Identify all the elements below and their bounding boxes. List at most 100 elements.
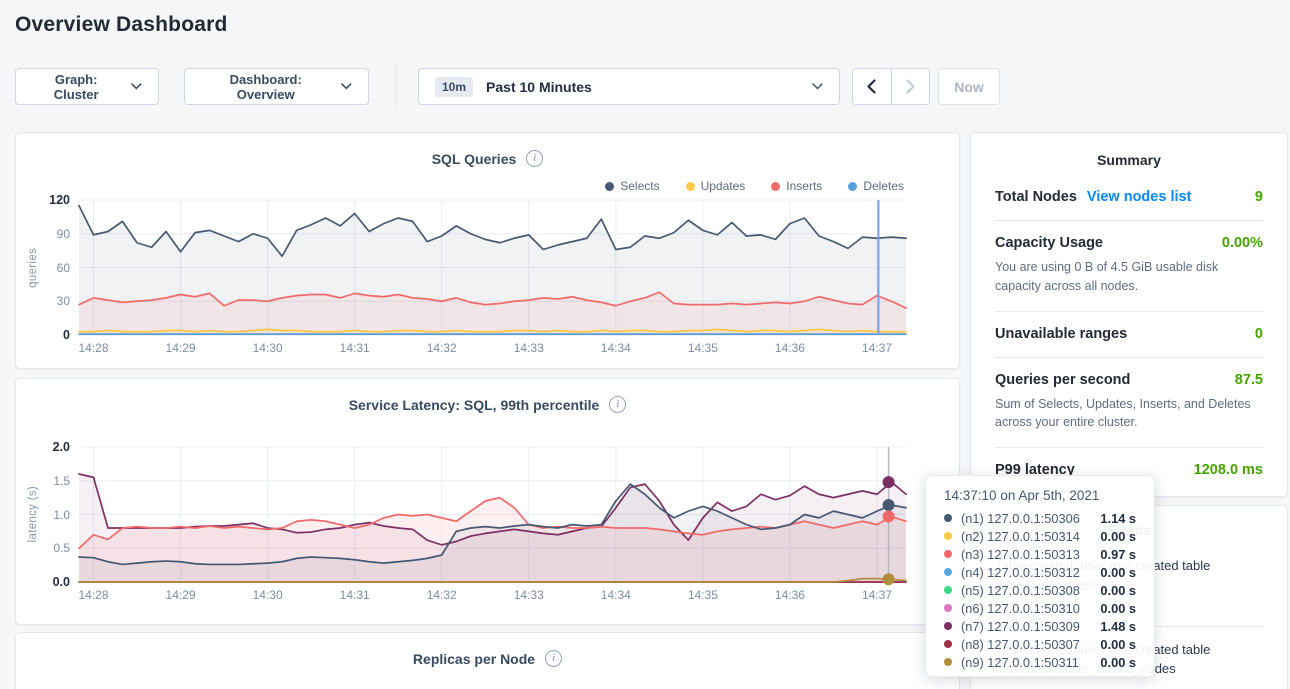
x-axis-tick-label: 14:32 [420,588,464,602]
x-axis-tick-label: 14:35 [681,341,725,355]
x-axis-tick-label: 14:29 [159,341,203,355]
chart-canvas[interactable] [79,200,906,335]
legend-item[interactable]: Inserts [771,179,822,193]
tooltip-node-row: (n2) 127.0.0.1:503140.00 s [944,527,1136,545]
service-latency-plot[interactable]: 2.01.51.00.50.0latency (s) [79,447,906,582]
tooltip-node-value: 0.97 s [1100,547,1136,562]
stat-label: Capacity Usage [995,235,1103,251]
hover-value-dot [883,511,895,523]
legend-color-dot [848,182,857,191]
x-axis-tick-label: 14:28 [72,588,116,602]
summary-panel: Summary Total Nodes View nodes list 9 Capac… [970,132,1288,497]
series-color-dot [944,640,952,648]
stat-value: 9 [1255,189,1263,205]
legend-label: Updates [701,179,746,193]
summary-stat-row: Queries per second87.5 [995,372,1263,388]
legend-color-dot [686,182,695,191]
legend-label: Selects [620,179,659,193]
tooltip-node-label: (n2) 127.0.0.1:50314 [961,529,1080,544]
tooltip-node-value: 0.00 s [1100,655,1136,670]
hover-value-dot [883,476,895,488]
sql-queries-legend: Selects Updates Inserts Deletes [605,179,904,193]
info-icon[interactable]: i [526,150,543,167]
series-color-dot [944,622,952,630]
series-color-dot [944,604,952,612]
x-axis-tick-label: 14:34 [594,341,638,355]
time-step-buttons [852,68,930,105]
time-range-picker[interactable]: 10m Past 10 Minutes [418,68,840,105]
x-axis-tick-label: 14:37 [855,341,899,355]
legend-item[interactable]: Updates [686,179,746,193]
stat-value: 1208.0 ms [1194,462,1263,478]
service-latency-chart-card: Service Latency: SQL, 99th percentile i … [15,378,960,625]
y-axis-label: latency (s) [27,447,39,582]
x-axis-tick-label: 14:31 [333,341,377,355]
toolbar: Graph: Cluster Dashboard: Overview 10m P… [0,68,1290,105]
series-color-dot [944,568,952,576]
graph-dropdown[interactable]: Graph: Cluster [15,68,159,105]
tooltip-node-label: (n9) 127.0.0.1:50311 [961,655,1079,670]
stat-description: Sum of Selects, Updates, Inserts, and De… [995,395,1263,433]
toolbar-divider [395,64,396,109]
replicas-per-node-chart-card: Replicas per Node i [15,632,960,689]
tooltip-node-row: (n4) 127.0.0.1:503120.00 s [944,563,1136,581]
view-nodes-link[interactable]: View nodes list [1087,189,1192,205]
page-title: Overview Dashboard [15,13,228,37]
tooltip-node-label: (n7) 127.0.0.1:50309 [961,619,1080,634]
sql-queries-chart-title: SQL Queries [432,151,517,167]
tooltip-node-row: (n8) 127.0.0.1:50307 0.00 s [944,635,1136,653]
x-axis-tick-label: 14:31 [333,588,377,602]
series-color-dot [944,586,952,594]
summary-panel-title: Summary [971,133,1287,175]
tooltip-node-value: 0.00 s [1100,601,1136,616]
service-latency-x-axis: 14:2814:2914:3014:3114:3214:3314:3414:35… [79,588,906,604]
sql-queries-chart-card: SQL Queries i Selects Updates Inserts Delet… [15,132,960,369]
chart-canvas[interactable] [79,447,906,582]
stat-value: 87.5 [1235,372,1263,388]
x-axis-tick-label: 14:28 [72,341,116,355]
legend-item[interactable]: Deletes [848,179,904,193]
chevron-down-icon [131,83,142,90]
summary-stat: Queries per second87.5 Sum of Selects, Up… [995,358,1263,449]
stat-label: Total Nodes [995,189,1077,205]
tooltip-node-value: 0.00 s [1100,637,1136,652]
tooltip-node-label: (n6) 127.0.0.1:50310 [961,601,1080,616]
stat-value: 0 [1255,326,1263,342]
overview-dashboard-page: Overview Dashboard Graph: Cluster Dashbo… [0,0,1290,689]
sql-queries-plot[interactable]: 1209060300queries [79,200,906,335]
info-icon[interactable]: i [609,396,626,413]
x-axis-tick-label: 14:37 [855,588,899,602]
graph-dropdown-label: Graph: Cluster [32,72,120,102]
time-range-label: Past 10 Minutes [486,79,592,95]
summary-stat-row: Total Nodes View nodes list 9 [995,189,1263,205]
hover-value-dot [883,573,895,585]
tooltip-node-row: (n5) 127.0.0.1:503080.00 s [944,581,1136,599]
legend-label: Deletes [863,179,904,193]
summary-stat-row: Unavailable ranges0 [995,326,1263,342]
summary-stat: Unavailable ranges0 [995,312,1263,358]
legend-color-dot [771,182,780,191]
tooltip-node-row: (n1) 127.0.0.1:503061.14 s [944,509,1136,527]
tooltip-node-row: (n7) 127.0.0.1:503091.48 s [944,617,1136,635]
x-axis-tick-label: 14:33 [507,588,551,602]
x-axis-tick-label: 14:34 [594,588,638,602]
series-color-dot [944,514,952,522]
tooltip-node-label: (n4) 127.0.0.1:50312 [961,565,1080,580]
legend-label: Inserts [786,179,822,193]
summary-stat: Capacity Usage0.00%You are using 0 B of … [995,221,1263,312]
x-axis-tick-label: 14:32 [420,341,464,355]
chart-hover-tooltip: 14:37:10 on Apr 5th, 2021 (n1) 127.0.0.1… [925,475,1155,677]
info-icon[interactable]: i [545,650,562,667]
x-axis-tick-label: 14:36 [768,341,812,355]
chevron-left-icon [867,79,876,94]
tooltip-node-label: (n8) 127.0.0.1:50307 [961,637,1080,652]
time-forward-button[interactable] [891,69,929,104]
time-back-button[interactable] [853,69,891,104]
legend-item[interactable]: Selects [605,179,659,193]
x-axis-tick-label: 14:35 [681,588,725,602]
chevron-down-icon [341,83,352,90]
dashboard-dropdown[interactable]: Dashboard: Overview [184,68,369,105]
stat-value: 0.00% [1222,235,1263,251]
now-button[interactable]: Now [938,68,1000,105]
tooltip-node-value: 0.00 s [1100,583,1136,598]
